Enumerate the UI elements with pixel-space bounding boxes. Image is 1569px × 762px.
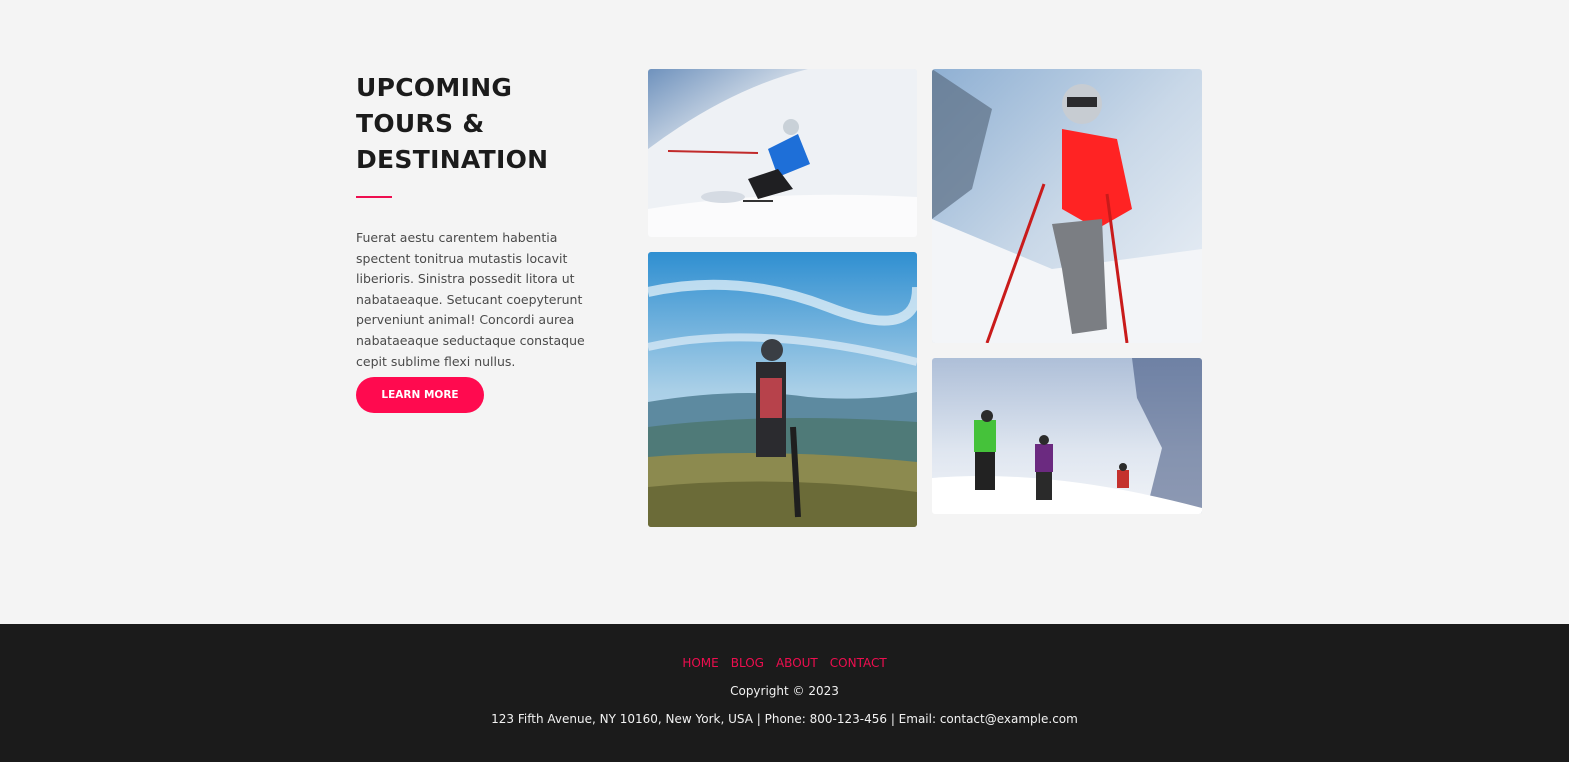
footer-nav-contact[interactable]: CONTACT bbox=[830, 656, 887, 670]
contact-info: 123 Fifth Avenue, NY 10160, New York, US… bbox=[491, 712, 1078, 726]
footer-nav: HOME BLOG ABOUT CONTACT bbox=[0, 656, 1569, 670]
skier-blue-jacket-photo bbox=[648, 69, 917, 237]
mountain-biker-photo bbox=[648, 252, 917, 527]
copyright-text: Copyright © 2023 bbox=[730, 684, 839, 698]
tours-intro: UPCOMING TOURS & DESTINATION Fuerat aest… bbox=[356, 70, 601, 413]
section-description: Fuerat aestu carentem habentia spectent … bbox=[356, 230, 585, 369]
ski-touring-group-photo bbox=[932, 358, 1202, 514]
skier-red-jacket-photo bbox=[932, 69, 1202, 343]
site-footer: HOME BLOG ABOUT CONTACT Copyright © 2023… bbox=[0, 624, 1569, 762]
footer-nav-about[interactable]: ABOUT bbox=[776, 656, 818, 670]
tours-section: UPCOMING TOURS & DESTINATION Fuerat aest… bbox=[0, 0, 1569, 624]
learn-more-button[interactable]: LEARN MORE bbox=[356, 377, 484, 413]
heading-underline bbox=[356, 196, 392, 198]
footer-nav-blog[interactable]: BLOG bbox=[731, 656, 764, 670]
footer-nav-home[interactable]: HOME bbox=[682, 656, 718, 670]
section-heading: UPCOMING TOURS & DESTINATION bbox=[356, 73, 549, 174]
